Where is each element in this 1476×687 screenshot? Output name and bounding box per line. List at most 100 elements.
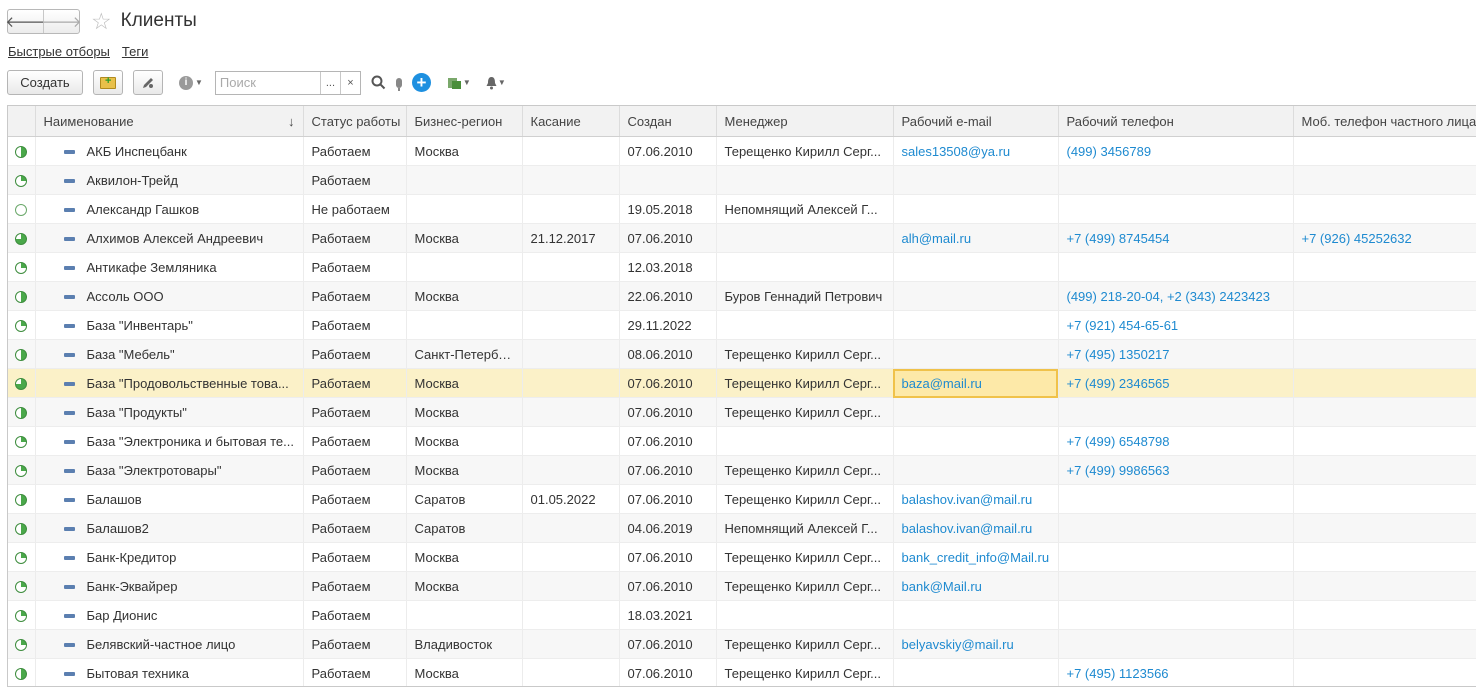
edit-button[interactable]: [133, 70, 163, 95]
table-row[interactable]: Банк-Кредитор Работаем Москва 07.06.2010 Тер…: [8, 542, 1476, 572]
cell-mobile[interactable]: [1293, 310, 1476, 340]
cell-email[interactable]: baza@mail.ru: [893, 368, 1059, 398]
cell-phone[interactable]: +7 (499) 8745454: [1058, 223, 1294, 253]
cell-name[interactable]: Балашов: [35, 484, 304, 514]
column-header-touch[interactable]: Касание: [522, 106, 620, 137]
cell-name[interactable]: Белявский-частное лицо: [35, 629, 304, 659]
cell-mobile[interactable]: [1293, 194, 1476, 224]
cell-email[interactable]: [893, 426, 1059, 456]
table-row[interactable]: Алхимов Алексей Андреевич Работаем Москва 2…: [8, 223, 1476, 253]
column-header-name[interactable]: Наименование ↓: [35, 106, 304, 137]
column-header-email[interactable]: Рабочий e-mail: [893, 106, 1059, 137]
cell-mobile[interactable]: [1293, 600, 1476, 630]
info-menu[interactable]: i ▼: [179, 75, 203, 90]
cell-phone[interactable]: +7 (495) 1350217: [1058, 339, 1294, 369]
table-row[interactable]: Бар Дионис Работаем 18.03.2021: [8, 600, 1476, 630]
table-row[interactable]: База "Продукты" Работаем Москва 07.06.2010 Т…: [8, 397, 1476, 427]
star-icon[interactable]: ☆: [91, 9, 112, 33]
cell-name[interactable]: База "Продукты": [35, 397, 304, 427]
cell-email[interactable]: bank_credit_info@Mail.ru: [893, 542, 1059, 572]
column-header-status-icon[interactable]: [8, 106, 36, 137]
table-row[interactable]: Банк-Эквайрер Работаем Москва 07.06.2010 Тер…: [8, 571, 1476, 601]
cell-phone[interactable]: [1058, 252, 1294, 282]
table-row[interactable]: Балашов2 Работаем Саратов 04.06.2019 Непомня…: [8, 513, 1476, 543]
table-row[interactable]: Бытовая техника Работаем Москва 07.06.2010 Т…: [8, 658, 1476, 686]
cell-name[interactable]: Аквилон-Трейд: [35, 165, 304, 195]
cell-name[interactable]: База "Продовольственные това...: [35, 368, 304, 398]
table-row[interactable]: База "Электроника и бытовая те... Работае…: [8, 426, 1476, 456]
table-row[interactable]: Александр Гашков Не работаем 19.05.2018 Неп…: [8, 194, 1476, 224]
cell-phone[interactable]: [1058, 194, 1294, 224]
cell-name[interactable]: Ассоль ООО: [35, 281, 304, 311]
report-menu[interactable]: ▼: [447, 76, 471, 90]
cell-phone[interactable]: (499) 218-20-04, +2 (343) 2423423: [1058, 281, 1294, 311]
cell-name[interactable]: Банк-Кредитор: [35, 542, 304, 572]
cell-mobile[interactable]: [1293, 542, 1476, 572]
search-icon[interactable]: [371, 75, 386, 90]
cell-name[interactable]: Банк-Эквайрер: [35, 571, 304, 601]
cell-name[interactable]: Алхимов Алексей Андреевич: [35, 223, 304, 253]
cell-name[interactable]: Балашов2: [35, 513, 304, 543]
cell-phone[interactable]: [1058, 542, 1294, 572]
cell-phone[interactable]: [1058, 513, 1294, 543]
cell-email[interactable]: [893, 339, 1059, 369]
add-folder-button[interactable]: [93, 70, 123, 95]
forward-arrow-icon[interactable]: 🡒: [41, 9, 82, 33]
cell-mobile[interactable]: [1293, 484, 1476, 514]
search-clear-button[interactable]: ×: [339, 71, 360, 94]
cell-mobile[interactable]: [1293, 368, 1476, 398]
cell-email[interactable]: [893, 397, 1059, 427]
table-row[interactable]: База "Мебель" Работаем Санкт-Петербург 08.0…: [8, 339, 1476, 369]
quick-filters-link[interactable]: Быстрые отборы: [8, 44, 110, 59]
cell-email[interactable]: [893, 455, 1059, 485]
column-header-created[interactable]: Создан: [619, 106, 717, 137]
column-header-phone[interactable]: Рабочий телефон: [1058, 106, 1294, 137]
cell-phone[interactable]: [1058, 600, 1294, 630]
search-more-button[interactable]: ...: [319, 71, 340, 94]
cell-mobile[interactable]: [1293, 397, 1476, 427]
cell-name[interactable]: Антикафе Земляника: [35, 252, 304, 282]
cell-name[interactable]: База "Мебель": [35, 339, 304, 369]
table-row[interactable]: База "Продовольственные това... Работаем М…: [8, 368, 1476, 398]
cell-email[interactable]: [893, 165, 1059, 195]
cell-name[interactable]: База "Инвентарь": [35, 310, 304, 340]
cell-mobile[interactable]: [1293, 136, 1476, 166]
cell-mobile[interactable]: [1293, 571, 1476, 601]
cell-mobile[interactable]: [1293, 629, 1476, 659]
cell-mobile[interactable]: [1293, 165, 1476, 195]
cell-email[interactable]: alh@mail.ru: [893, 223, 1059, 253]
cell-phone[interactable]: +7 (495) 1123566: [1058, 658, 1294, 686]
cell-name[interactable]: Бытовая техника: [35, 658, 304, 686]
table-row[interactable]: База "Электротовары" Работаем Москва 07.06.…: [8, 455, 1476, 485]
microphone-icon[interactable]: [395, 77, 402, 91]
cell-name[interactable]: Бар Дионис: [35, 600, 304, 630]
notifications-menu[interactable]: ▼: [485, 76, 506, 90]
cell-mobile[interactable]: [1293, 426, 1476, 456]
back-arrow-icon[interactable]: 🡐: [5, 10, 45, 33]
cell-phone[interactable]: +7 (499) 2346565: [1058, 368, 1294, 398]
search-input[interactable]: [215, 71, 320, 94]
cell-mobile[interactable]: [1293, 339, 1476, 369]
column-header-mobile[interactable]: Моб. телефон частного лица: [1293, 106, 1476, 137]
cell-mobile[interactable]: [1293, 658, 1476, 686]
cell-phone[interactable]: +7 (921) 454-65-61: [1058, 310, 1294, 340]
cell-phone[interactable]: [1058, 629, 1294, 659]
cell-phone[interactable]: [1058, 571, 1294, 601]
cell-email[interactable]: belyavskiy@mail.ru: [893, 629, 1059, 659]
table-row[interactable]: Ассоль ООО Работаем Москва 22.06.2010 Буров …: [8, 281, 1476, 311]
table-row[interactable]: База "Инвентарь" Работаем 29.11.2022 +7 (92…: [8, 310, 1476, 340]
cell-mobile[interactable]: [1293, 455, 1476, 485]
cell-mobile[interactable]: [1293, 281, 1476, 311]
column-header-work-status[interactable]: Статус работы: [303, 106, 407, 137]
cell-name[interactable]: База "Электроника и бытовая те...: [35, 426, 304, 456]
cell-email[interactable]: balashov.ivan@mail.ru: [893, 513, 1059, 543]
cell-name[interactable]: База "Электротовары": [35, 455, 304, 485]
cell-phone[interactable]: [1058, 165, 1294, 195]
table-row[interactable]: АКБ Инспецбанк Работаем Москва 07.06.2010 Те…: [8, 136, 1476, 166]
table-row[interactable]: Белявский-частное лицо Работаем Владивосто…: [8, 629, 1476, 659]
cell-mobile[interactable]: [1293, 252, 1476, 282]
cell-name[interactable]: АКБ Инспецбанк: [35, 136, 304, 166]
cell-name[interactable]: Александр Гашков: [35, 194, 304, 224]
plus-icon[interactable]: +: [411, 73, 431, 92]
table-row[interactable]: Антикафе Земляника Работаем 12.03.2018: [8, 252, 1476, 282]
